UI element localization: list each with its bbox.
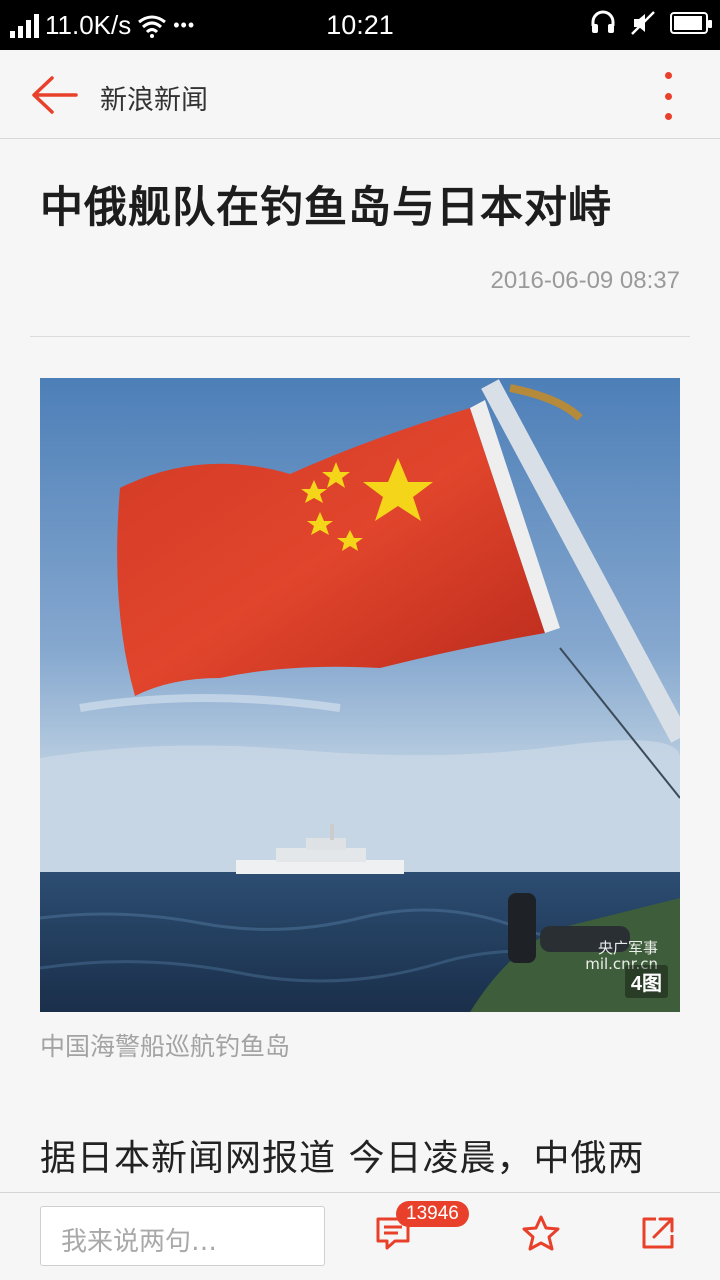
photo-caption: 中国海警船巡航钓鱼岛 <box>40 1032 291 1061</box>
bottom-toolbar: 我来说两句… 13946 <box>0 1192 720 1280</box>
back-button[interactable] <box>30 74 78 116</box>
headset-icon <box>591 10 615 33</box>
article-photo[interactable]: 央广军事 mil.cnr.cn 4图 <box>40 378 680 1012</box>
article-paragraph: 据日本新闻网报道 今日凌晨，中俄两 <box>40 1138 645 1179</box>
mute-icon <box>631 11 655 35</box>
favorite-button[interactable] <box>521 1213 561 1253</box>
more-options-button[interactable] <box>656 72 680 120</box>
app-header: 新浪新闻 <box>0 50 720 139</box>
back-arrow-icon <box>32 76 78 114</box>
photo-count-label[interactable]: 4图 <box>624 965 668 998</box>
comment-input[interactable]: 我来说两句… <box>40 1206 325 1266</box>
article-timestamp: 2016-06-09 08:37 <box>490 267 681 294</box>
share-icon <box>642 1217 674 1249</box>
share-button[interactable] <box>638 1213 678 1253</box>
flag-photo-illustration <box>40 378 680 1012</box>
article-headline: 中俄舰队在钓鱼岛与日本对峙 <box>40 183 612 233</box>
divider <box>30 336 690 337</box>
battery-icon <box>670 12 712 34</box>
status-right <box>590 10 712 36</box>
status-bar: 11.0K/s ••• 10:21 <box>0 0 720 50</box>
dot <box>664 113 672 120</box>
dot <box>664 72 672 79</box>
comment-count-badge: 13946 <box>396 1201 469 1227</box>
star-icon <box>522 1215 560 1251</box>
article-body[interactable]: 中俄舰队在钓鱼岛与日本对峙 2016-06-09 08:37 央广军事 mil.… <box>0 139 720 1192</box>
app-title: 新浪新闻 <box>100 85 208 116</box>
dot <box>664 92 672 100</box>
